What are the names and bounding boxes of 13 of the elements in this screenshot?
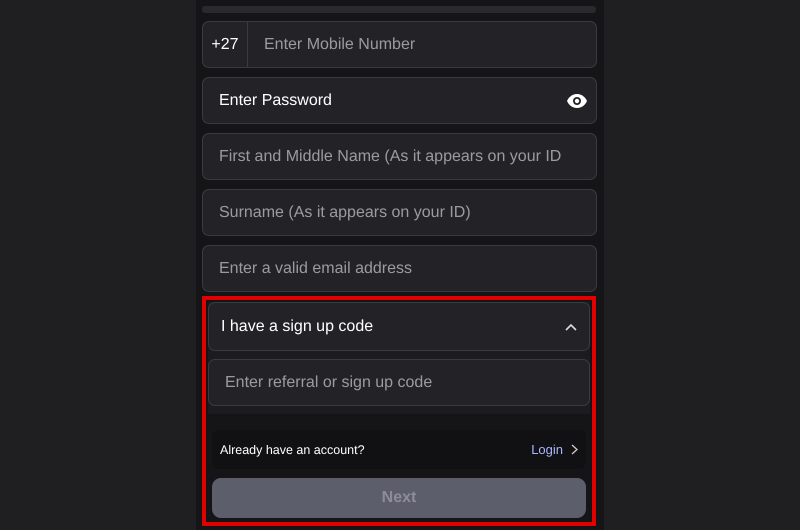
eye-icon[interactable] (566, 92, 588, 108)
country-code: +27 (202, 21, 248, 68)
login-link[interactable]: Login (531, 442, 578, 457)
phone-field[interactable]: Enter Mobile Number (248, 21, 597, 68)
chevron-icon (565, 322, 577, 330)
chevron-icon (571, 444, 578, 455)
signup-code-field[interactable]: Enter referral or sign up code (208, 359, 590, 406)
account-prompt: Already have an account? (220, 442, 365, 456)
password-field[interactable]: Enter Password (202, 77, 597, 124)
text-field[interactable]: Enter a valid email address (202, 245, 597, 292)
text-field[interactable]: First and Middle Name (As it appears on your ID (202, 133, 597, 180)
signup-code-toggle[interactable]: I have a sign up code (208, 302, 590, 351)
text-field[interactable]: Surname (As it appears on your ID) (202, 189, 597, 236)
